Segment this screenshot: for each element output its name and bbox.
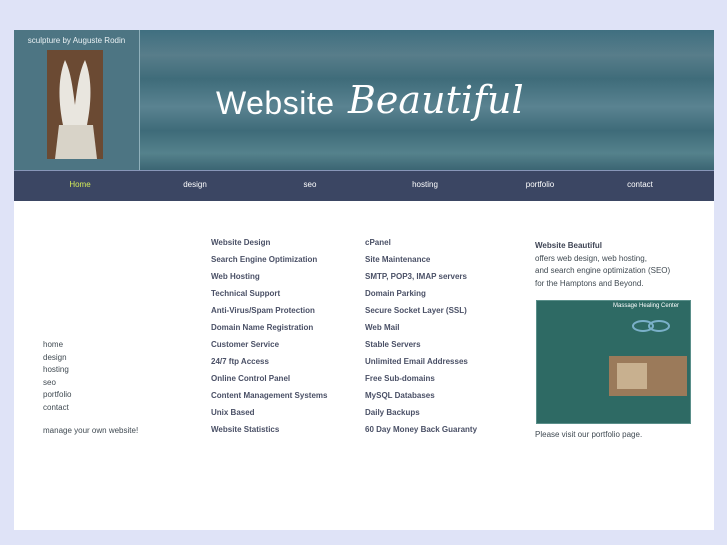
service-item: Search Engine Optimization [211,255,318,264]
top-nav: Home design seo hosting portfolio contac… [14,170,714,201]
sculpture-image [47,50,103,159]
service-item: Web Hosting [211,272,260,281]
left-nav-portfolio[interactable]: portfolio [43,389,71,402]
intro-line: for the Hamptons and Beyond. [535,278,644,288]
portfolio-visit-text: Please visit our portfolio page. [535,430,643,439]
service-item: Site Maintenance [365,255,431,264]
service-item: cPanel [365,238,391,247]
services-column-2: cPanel Site Maintenance SMTP, POP3, IMAP… [365,234,477,438]
service-item: Domain Parking [365,289,426,298]
nav-home[interactable]: Home [20,180,140,189]
service-item: Customer Service [211,340,280,349]
service-item: Free Sub-domains [365,374,435,383]
intro-line: offers web design, web hosting, [535,253,647,263]
service-item: Domain Name Registration [211,323,314,332]
nav-contact[interactable]: contact [580,180,700,189]
service-item: Website Design [211,238,271,247]
service-item: 24/7 ftp Access [211,357,269,366]
left-nav-seo[interactable]: seo [43,377,71,390]
left-nav-contact[interactable]: contact [43,402,71,415]
left-nav: home design hosting seo portfolio contac… [43,339,71,415]
header-banner: sculpture by Auguste Rodin Website Beaut… [14,30,714,170]
service-item: SMTP, POP3, IMAP servers [365,272,467,281]
site-title-script: Beautiful [348,78,524,122]
intro-block: Website Beautiful offers web design, web… [535,240,670,290]
header-side-panel: sculpture by Auguste Rodin [14,30,140,170]
left-nav-home[interactable]: home [43,339,71,352]
service-item: Daily Backups [365,408,420,417]
site-title-main: Website [216,85,335,121]
nav-hosting[interactable]: hosting [365,180,485,189]
left-note: manage your own website! [43,426,139,435]
service-item: Content Management Systems [211,391,328,400]
left-nav-hosting[interactable]: hosting [43,364,71,377]
service-item: Technical Support [211,289,281,298]
service-item: 60 Day Money Back Guaranty [365,425,478,434]
service-item: MySQL Databases [365,391,435,400]
thumbnail-title: Massage Healing Center [613,303,680,309]
sculpture-caption: sculpture by Auguste Rodin [27,36,126,45]
service-item: Anti-Virus/Spam Protection [211,306,315,315]
left-nav-design[interactable]: design [43,352,71,365]
service-item: Web Mail [365,323,400,332]
service-item: Website Statistics [211,425,280,434]
nav-design[interactable]: design [135,180,255,189]
intro-heading: Website Beautiful [535,241,602,250]
nav-seo[interactable]: seo [250,180,370,189]
services-column-1: Website Design Search Engine Optimizatio… [211,234,327,438]
page-frame: sculpture by Auguste Rodin Website Beaut… [14,30,714,530]
portfolio-thumbnail[interactable]: Massage Healing Center [536,300,691,424]
service-item: Unix Based [211,408,255,417]
service-item: Stable Servers [365,340,421,349]
service-item: Unlimited Email Addresses [365,357,468,366]
intro-line: and search engine optimization (SEO) [535,266,671,276]
service-item: Online Control Panel [211,374,291,383]
service-item: Secure Socket Layer (SSL) [365,306,467,315]
